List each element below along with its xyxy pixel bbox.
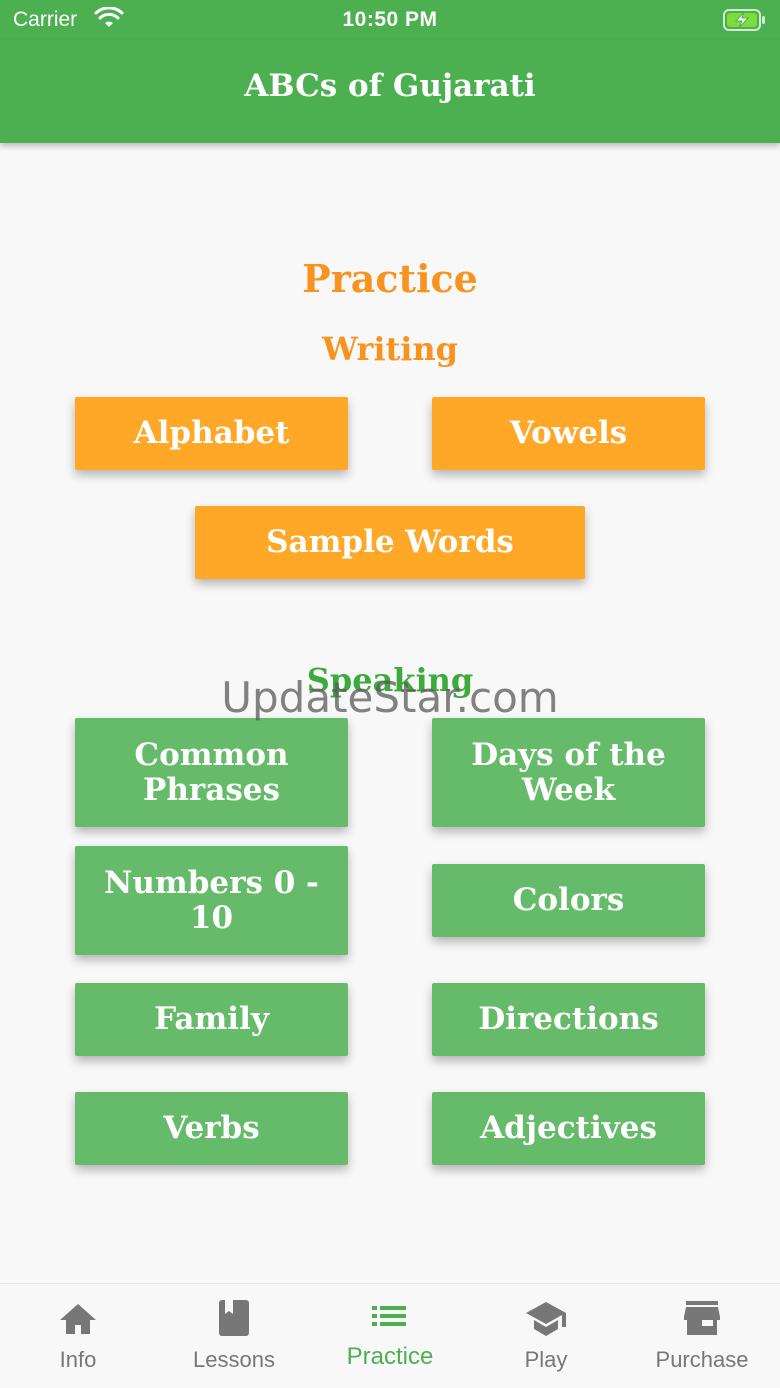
tab-purchase-label: Purchase — [655, 1347, 749, 1372]
status-time: 10:50 PM — [342, 8, 438, 31]
family-button[interactable]: Family — [75, 983, 348, 1056]
tab-play[interactable]: Play — [468, 1284, 624, 1388]
bottom-tab-bar: Info Lessons Practice Play Purchase — [0, 1283, 780, 1388]
app-bar: ABCs of Gujarati — [0, 40, 780, 143]
writing-heading: Writing — [321, 330, 459, 368]
days-of-the-week-button[interactable]: Days of the Week — [432, 718, 705, 827]
practice-heading: Practice — [302, 256, 478, 301]
tab-lessons-label: Lessons — [193, 1347, 275, 1372]
verbs-button[interactable]: Verbs — [75, 1092, 348, 1165]
tab-info-label: Info — [59, 1347, 97, 1372]
tab-purchase[interactable]: Purchase — [624, 1284, 780, 1388]
days-of-the-week-label: Days of the Week — [471, 736, 666, 808]
tab-lessons[interactable]: Lessons — [156, 1284, 312, 1388]
directions-button[interactable]: Directions — [432, 983, 705, 1056]
tab-practice-label: Practice — [346, 1343, 434, 1370]
tab-info[interactable]: Info — [0, 1284, 156, 1388]
sample-words-button[interactable]: Sample Words — [195, 506, 585, 579]
list-icon — [368, 1298, 412, 1338]
app-title: ABCs of Gujarati — [244, 68, 536, 104]
store-icon — [680, 1298, 724, 1338]
school-icon — [524, 1298, 568, 1338]
numbers-label: Numbers 0 - 10 — [104, 864, 319, 936]
common-phrases-button[interactable]: Common Phrases — [75, 718, 348, 827]
tab-play-label: Play — [524, 1347, 568, 1372]
tab-practice[interactable]: Practice — [312, 1284, 468, 1388]
home-icon — [56, 1298, 100, 1338]
colors-button[interactable]: Colors — [432, 864, 705, 937]
speaking-heading: Speaking — [306, 661, 474, 699]
practice-content: Practice Writing Alphabet Vowels Sample … — [0, 143, 780, 1283]
book-icon — [212, 1298, 256, 1338]
adjectives-button[interactable]: Adjectives — [432, 1092, 705, 1165]
status-bar: Carrier 10:50 PM — [0, 0, 780, 40]
vowels-button[interactable]: Vowels — [432, 397, 705, 470]
alphabet-button[interactable]: Alphabet — [75, 397, 348, 470]
battery-charging-icon — [723, 9, 767, 37]
numbers-button[interactable]: Numbers 0 - 10 — [75, 846, 348, 955]
common-phrases-label: Common Phrases — [134, 736, 289, 808]
